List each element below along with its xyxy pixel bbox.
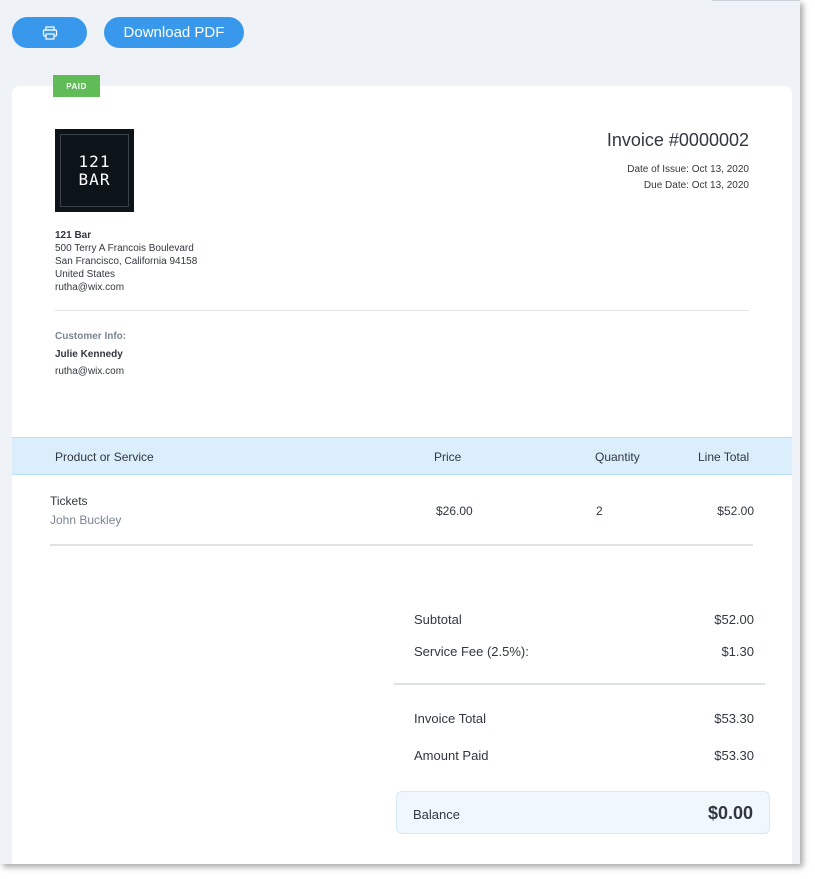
due-date: Due Date: Oct 13, 2020 — [643, 180, 749, 191]
download-pdf-button[interactable]: Download PDF — [104, 17, 244, 48]
date-of-issue: Date of Issue: Oct 13, 2020 — [627, 164, 749, 175]
balance-box: Balance $0.00 — [396, 791, 770, 834]
customer-info-label: Customer Info: — [55, 331, 127, 342]
totals-divider — [394, 683, 765, 685]
business-logo: 121 BAR — [55, 129, 134, 212]
invoice-total-value: $53.30 — [714, 711, 754, 726]
line-items-header: Product or Service Price Quantity Line T… — [12, 437, 792, 475]
invoice-viewer: Download PDF PAID 121 BAR 121 Bar 500 Te… — [0, 0, 800, 864]
business-info: 121 Bar 500 Terry A Francois Boulevard S… — [55, 229, 197, 294]
print-icon — [42, 25, 57, 40]
status-badge: PAID — [53, 75, 100, 97]
service-fee-value: $1.30 — [721, 644, 754, 659]
subtotal-label: Subtotal — [414, 612, 462, 627]
print-button[interactable] — [12, 17, 87, 48]
invoice-title: Invoice #0000002 — [606, 130, 749, 150]
subtotal-value: $52.00 — [714, 612, 754, 627]
header-quantity: Quantity — [595, 450, 640, 464]
header-price: Price — [434, 450, 462, 464]
amount-paid-value: $53.30 — [714, 748, 754, 763]
service-fee-label: Service Fee (2.5%): — [414, 644, 529, 659]
business-name: 121 Bar — [55, 230, 92, 241]
business-country: United States — [55, 269, 116, 280]
header-line-total: Line Total — [698, 450, 750, 464]
business-address-line2: San Francisco, California 94158 — [55, 256, 198, 267]
header-product: Product or Service — [55, 450, 154, 464]
row-divider — [50, 544, 753, 546]
row-product: Tickets — [50, 494, 88, 508]
row-line-total: $52.00 — [717, 504, 754, 518]
business-address-line1: 500 Terry A Francois Boulevard — [55, 243, 194, 254]
row-quantity: 2 — [596, 504, 603, 518]
section-divider — [55, 310, 749, 311]
balance-label: Balance — [413, 807, 460, 822]
invoice-total-label: Invoice Total — [414, 711, 487, 726]
logo-text-line1: 121 — [78, 151, 111, 171]
top-divider — [712, 0, 800, 1]
customer-name: Julie Kennedy — [55, 349, 123, 360]
logo-text-line2: BAR — [78, 169, 111, 189]
business-email: rutha@wix.com — [55, 282, 125, 293]
customer-email: rutha@wix.com — [55, 366, 125, 377]
row-price: $26.00 — [436, 504, 473, 518]
row-product-detail: John Buckley — [50, 513, 122, 527]
invoice-dates: Date of Issue: Oct 13, 2020 Due Date: Oc… — [627, 162, 749, 194]
amount-paid-label: Amount Paid — [414, 748, 489, 763]
balance-value: $0.00 — [707, 803, 753, 823]
